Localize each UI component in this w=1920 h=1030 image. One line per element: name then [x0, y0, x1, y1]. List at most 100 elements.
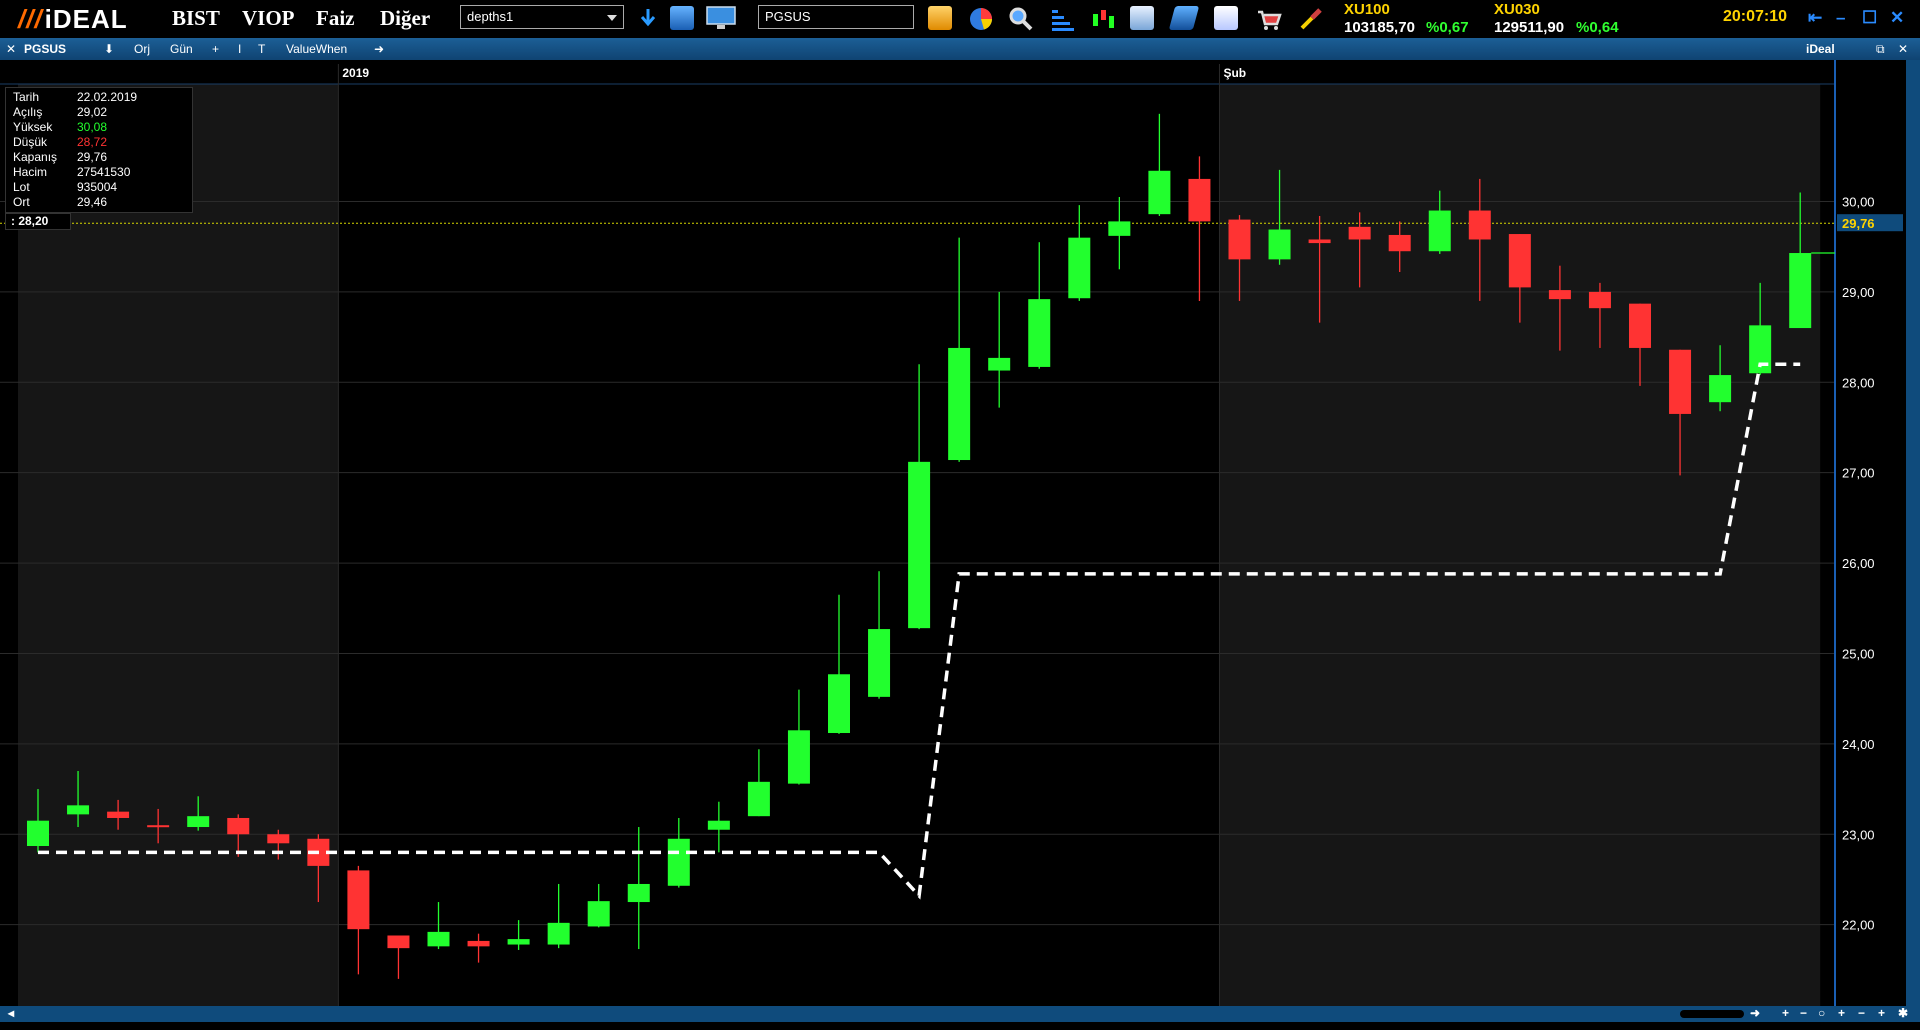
top-menubar: ///iDEAL BIST VIOP Faiz Diğer depths1 PG…: [0, 0, 1920, 36]
candle-body-12: [507, 939, 530, 945]
layout-combo-value: depths1: [467, 9, 514, 24]
orj-button[interactable]: Orj: [134, 42, 150, 56]
reset-zoom-icon[interactable]: ○: [1818, 1006, 1825, 1020]
zoom-out-icon[interactable]: −: [1800, 1006, 1807, 1020]
index-xu100-change: %0,67: [1426, 19, 1469, 36]
settings-icon[interactable]: ✱: [1898, 1006, 1908, 1020]
y-tick-label-2: 24,00: [1842, 737, 1875, 752]
cart-icon[interactable]: [1256, 6, 1282, 30]
zoom-in-icon[interactable]: +: [1782, 1006, 1789, 1020]
candle-body-16: [667, 838, 690, 886]
text-tool-icon[interactable]: T: [258, 42, 265, 56]
candle-body-23: [948, 347, 971, 461]
save-icon[interactable]: [670, 6, 694, 30]
candle-body-2: [107, 811, 130, 818]
clock: 20:07:10: [1723, 8, 1788, 25]
symbol-input[interactable]: PGSUS: [758, 5, 914, 29]
candle-body-44: [1789, 253, 1812, 329]
candle-body-17: [707, 820, 730, 830]
candle-body-31: [1268, 229, 1291, 260]
candle-body-18: [747, 781, 770, 817]
candle-body-40: [1629, 303, 1651, 348]
chart-close-icon-right[interactable]: ✕: [1898, 42, 1908, 56]
pin-left-button[interactable]: ⇤: [1808, 8, 1822, 28]
brush-icon[interactable]: [1298, 6, 1322, 30]
candle-body-33: [1348, 226, 1371, 240]
monitor-icon[interactable]: [706, 6, 736, 30]
last-price-label: 29,76: [1842, 216, 1875, 231]
search-icon[interactable]: [1008, 6, 1033, 31]
candle-body-5: [227, 817, 250, 835]
right-scroll-strip: [1906, 60, 1920, 1006]
close-button[interactable]: ✕: [1890, 8, 1904, 28]
zoom-in-icon-2[interactable]: +: [1838, 1006, 1845, 1020]
crosshair-value: : 28,20: [5, 213, 71, 230]
chart-toolbar: ✕ PGSUS ⬇ Orj Gün + I T ValueWhen ➜ iDea…: [0, 38, 1920, 60]
minimize-button[interactable]: –: [1836, 8, 1845, 28]
down-arrow-icon[interactable]: ⬇: [104, 42, 114, 56]
menu-bist[interactable]: BIST: [172, 6, 220, 31]
candle-body-36: [1468, 210, 1491, 240]
y-tick-label-7: 29,00: [1842, 285, 1875, 300]
pie-chart-icon[interactable]: [968, 6, 992, 30]
layout-combo[interactable]: depths1: [460, 5, 624, 29]
candle-body-13: [547, 922, 570, 945]
scroll-left-icon[interactable]: ◂: [8, 1006, 14, 1020]
candle-body-19: [787, 730, 810, 784]
bottom-scrollbar[interactable]: ◂ ➜ + − ○ + − + ✱: [0, 1006, 1920, 1022]
candle-body-14: [587, 901, 610, 927]
candle-body-32: [1308, 239, 1331, 244]
candle-body-25: [1028, 299, 1051, 367]
candle-body-1: [67, 805, 90, 815]
zoom-out-icon-2[interactable]: −: [1858, 1006, 1865, 1020]
maximize-button[interactable]: ☐: [1862, 8, 1877, 28]
restore-icon[interactable]: ⧉: [1876, 42, 1885, 57]
candle-body-34: [1388, 234, 1411, 252]
chart-close-icon[interactable]: ✕: [6, 42, 16, 56]
chevron-down-icon: [607, 15, 617, 21]
scroll-thumb[interactable]: [1680, 1010, 1744, 1018]
candle-body-26: [1068, 237, 1091, 299]
candle-body-20: [828, 674, 850, 734]
candle-body-22: [908, 461, 931, 629]
zoom-plus-icon[interactable]: +: [1878, 1006, 1885, 1020]
folder-icon[interactable]: [928, 6, 952, 30]
index-xu100-value: 103185,70: [1344, 19, 1415, 36]
menu-diger[interactable]: Diğer: [380, 6, 430, 31]
period-button[interactable]: Gün: [170, 42, 193, 56]
chart-symbol[interactable]: PGSUS: [24, 42, 66, 56]
candle-body-29: [1188, 178, 1211, 222]
bar-icon[interactable]: I: [238, 42, 241, 56]
candle-body-9: [387, 935, 410, 949]
candle-body-6: [267, 834, 290, 844]
symbol-input-value: PGSUS: [765, 9, 811, 24]
news-icon[interactable]: [1130, 6, 1154, 30]
arrow-right-icon[interactable]: ➜: [374, 42, 384, 56]
add-icon[interactable]: +: [212, 42, 219, 56]
book-icon[interactable]: [1168, 6, 1200, 30]
cube-icon[interactable]: [1214, 6, 1238, 30]
menu-faiz[interactable]: Faiz: [316, 6, 354, 31]
sort-bars-icon[interactable]: [1050, 6, 1074, 31]
index-xu100-name: XU100: [1344, 1, 1390, 18]
menu-viop[interactable]: VIOP: [242, 6, 295, 31]
candles-icon[interactable]: [1090, 6, 1114, 30]
indicator-label[interactable]: ValueWhen: [286, 42, 347, 56]
candle-body-3: [147, 825, 170, 828]
candle-body-11: [467, 940, 490, 947]
candle-body-41: [1669, 349, 1692, 414]
app-logo: ///iDEAL: [18, 4, 128, 34]
price-chart[interactable]: 2019 Şub 22,00 23,00 24,00 25,00 26,00 27,00 28,…: [0, 60, 1920, 1006]
candle-body-30: [1228, 219, 1251, 260]
candle-body-42: [1709, 375, 1732, 403]
y-tick-label-0: 22,00: [1842, 918, 1875, 933]
date-strip: [0, 60, 1835, 84]
candle-body-37: [1508, 234, 1531, 288]
scroll-right-icon[interactable]: ➜: [1750, 1006, 1760, 1020]
x-label-1: Şub: [1223, 66, 1246, 80]
y-tick-label-3: 25,00: [1842, 646, 1875, 661]
candle-body-27: [1108, 221, 1131, 236]
y-tick-label-1: 23,00: [1842, 827, 1875, 842]
download-icon[interactable]: [636, 6, 660, 30]
candle-body-24: [988, 357, 1011, 371]
